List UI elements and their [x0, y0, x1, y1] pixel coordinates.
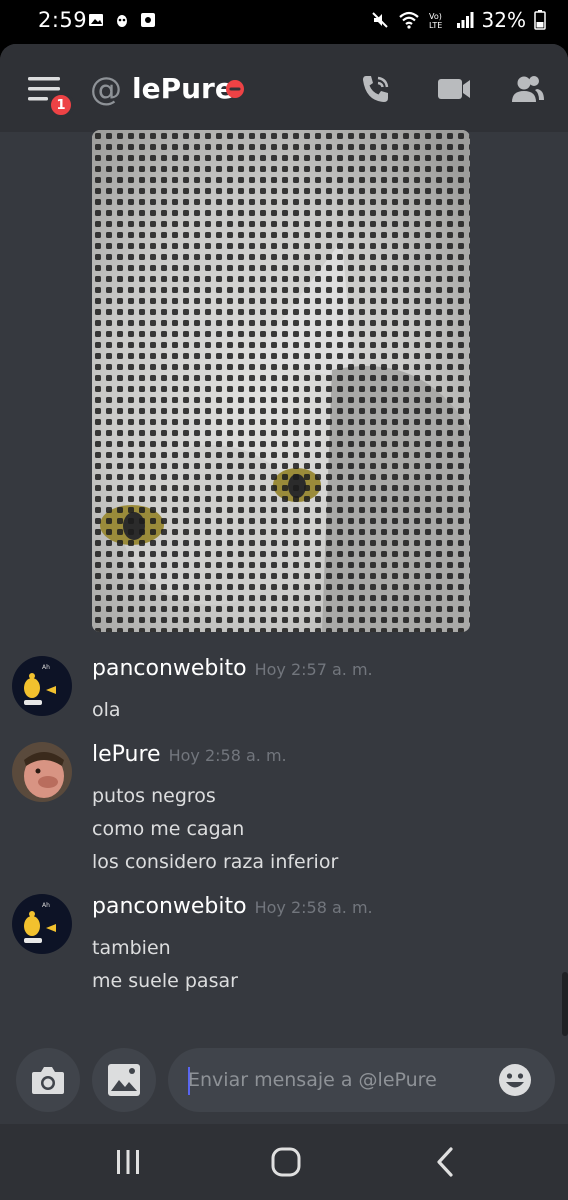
message-text: me suele pasar: [92, 970, 238, 992]
back-icon[interactable]: [426, 1144, 466, 1180]
message-text: los considero raza inferior: [92, 851, 339, 873]
camera-button[interactable]: [16, 1048, 80, 1112]
discord-app: 1 @ lePure Ah panconwebito Hoy 2:57 a. m…: [0, 44, 568, 1124]
cat-photo: [92, 130, 470, 632]
members-icon[interactable]: [510, 72, 546, 106]
unread-badge: 1: [48, 92, 74, 118]
video-icon[interactable]: [436, 72, 472, 106]
battery-icon: [534, 10, 546, 30]
avatar-panconwebito[interactable]: Ah: [12, 656, 72, 716]
svg-text:LTE: LTE: [429, 21, 442, 30]
channel-name[interactable]: lePure: [132, 72, 234, 105]
avatar-lepure[interactable]: [12, 742, 72, 802]
status-time: 2:59: [38, 8, 88, 32]
status-bar: 2:59 Vo) LTE 32%: [0, 0, 568, 44]
message-timestamp: Hoy 2:58 a. m.: [168, 746, 287, 765]
status-right: Vo) LTE 32%: [370, 8, 546, 32]
bug-icon: [117, 15, 127, 27]
message-text: ola: [92, 699, 121, 721]
emoji-icon[interactable]: [498, 1063, 532, 1097]
message-timestamp: Hoy 2:58 a. m.: [254, 898, 373, 917]
author-name[interactable]: panconwebito: [92, 656, 247, 681]
wifi-icon: [398, 11, 419, 29]
gallery-icon: [89, 14, 103, 26]
svg-text:Ah: Ah: [42, 902, 50, 909]
recent-apps-icon[interactable]: [108, 1144, 148, 1180]
message-text: tambien: [92, 937, 171, 959]
camera-icon: [32, 1067, 64, 1094]
image-icon: [108, 1064, 140, 1096]
avatar-panconwebito[interactable]: Ah: [12, 894, 72, 954]
signal-icon: [456, 12, 474, 28]
scrollbar[interactable]: [562, 972, 568, 1036]
message-text: como me cagan: [92, 818, 245, 840]
volte-icon: Vo)LTE: [429, 12, 442, 30]
author-name[interactable]: lePure: [92, 742, 161, 767]
gallery-button[interactable]: [92, 1048, 156, 1112]
system-nav-bar: [0, 1124, 568, 1200]
screenshot-icon: [141, 13, 155, 27]
svg-text:Vo): Vo): [429, 12, 442, 21]
at-sign-icon: @: [90, 70, 122, 108]
message-header: lePure Hoy 2:58 a. m.: [92, 742, 287, 767]
image-attachment[interactable]: [92, 130, 470, 632]
message-timestamp: Hoy 2:57 a. m.: [254, 660, 373, 679]
status-left-icons: [88, 12, 156, 28]
mute-icon: [371, 12, 388, 28]
message-text: putos negros: [92, 785, 216, 807]
message-input[interactable]: [188, 1048, 488, 1112]
svg-text:Ah: Ah: [42, 664, 50, 671]
channel-header: 1 @ lePure: [0, 44, 568, 132]
author-name[interactable]: panconwebito: [92, 894, 247, 919]
dnd-status-icon: [226, 80, 244, 98]
battery-percent: 32%: [481, 8, 526, 32]
message-header: panconwebito Hoy 2:57 a. m.: [92, 656, 373, 681]
message-composer[interactable]: [168, 1048, 555, 1112]
home-icon[interactable]: [266, 1144, 306, 1180]
call-icon[interactable]: [358, 72, 394, 106]
message-header: panconwebito Hoy 2:58 a. m.: [92, 894, 373, 919]
